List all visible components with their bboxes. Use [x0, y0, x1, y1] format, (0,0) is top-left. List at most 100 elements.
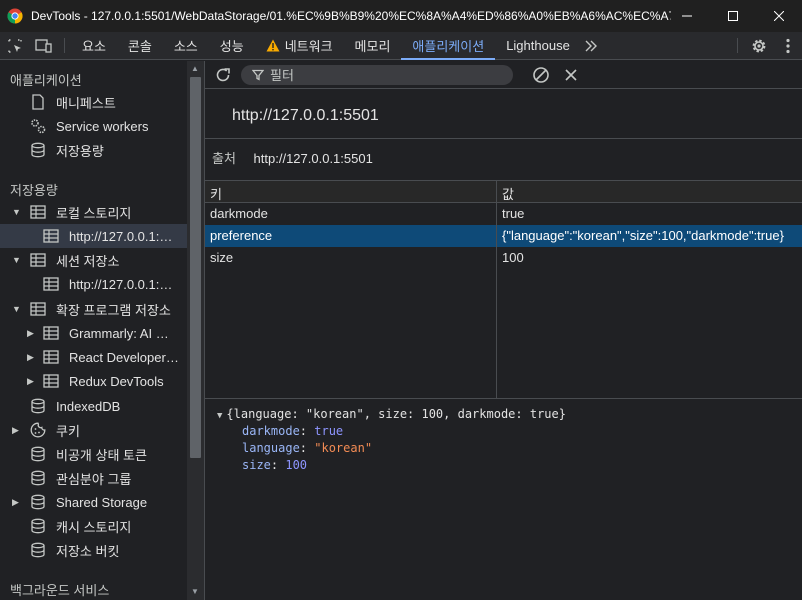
- maximize-icon: [728, 11, 738, 21]
- sidebar-item-cookies[interactable]: ▶ 쿠키: [0, 418, 187, 442]
- database-icon: [29, 397, 47, 415]
- preview-prop: size: 100: [242, 458, 308, 472]
- application-sidebar: 애플리케이션 매니페스트 Service workers 저장용량 저장용량 ▼…: [0, 61, 187, 600]
- inspect-element-button[interactable]: [0, 32, 29, 59]
- settings-button[interactable]: [744, 32, 773, 59]
- origin-divider: [205, 138, 802, 139]
- column-header-key[interactable]: 키: [210, 184, 222, 203]
- title-bar: DevTools - 127.0.0.1:5501/WebDataStorage…: [0, 0, 802, 32]
- chevron-right-icon[interactable]: ▶: [27, 376, 34, 387]
- database-icon: [29, 445, 47, 463]
- table-icon: [42, 324, 60, 342]
- sidebar-section-background: 백그라운드 서비스: [10, 583, 110, 598]
- sidebar-item-storage[interactable]: 저장용량: [0, 138, 187, 162]
- database-icon: [29, 517, 47, 535]
- column-header-value[interactable]: 값: [502, 184, 514, 203]
- close-icon: [565, 69, 577, 81]
- table-icon: [42, 275, 60, 293]
- delete-selected-button[interactable]: [564, 68, 578, 85]
- chevron-down-icon[interactable]: ▼: [12, 304, 21, 314]
- sidebar-item-ext-react[interactable]: ▶ React Developer Tools: [0, 345, 187, 369]
- document-icon: [29, 93, 47, 111]
- chevron-double-right-icon: [585, 40, 597, 51]
- database-icon: [29, 469, 47, 487]
- tab-console[interactable]: 콘솔: [117, 32, 163, 59]
- sidebar-item-ext-grammarly[interactable]: ▶ Grammarly: AI Writing: [0, 321, 187, 345]
- origin-label: 출처: [212, 151, 236, 166]
- minimize-button[interactable]: [664, 0, 710, 32]
- sidebar-item-private-state-tokens[interactable]: 비공개 상태 토큰: [0, 442, 187, 466]
- table-icon: [29, 300, 47, 318]
- sidebar-item-manifest[interactable]: 매니페스트: [0, 90, 187, 114]
- column-divider[interactable]: [496, 181, 497, 399]
- sidebar-item-shared-storage[interactable]: ▶ Shared Storage: [0, 490, 187, 514]
- tab-elements[interactable]: 요소: [71, 32, 117, 59]
- kebab-menu-icon: [785, 38, 790, 53]
- table-icon: [42, 227, 60, 245]
- sidebar-item-extension-storage[interactable]: ▼ 확장 프로그램 저장소: [0, 297, 187, 321]
- chevron-down-icon[interactable]: ▼: [12, 255, 21, 265]
- gear-icon: [752, 39, 765, 52]
- storage-toolbar: [205, 61, 802, 89]
- sidebar-section-storage: 저장용량: [10, 183, 58, 198]
- sidebar-scrollbar[interactable]: ▲ ▼: [187, 61, 204, 600]
- scrollbar-thumb[interactable]: [190, 77, 201, 458]
- origin-title: http://127.0.0.1:5501: [232, 107, 379, 124]
- filter-box[interactable]: [241, 65, 513, 85]
- table-row-selected[interactable]: preference {"language":"korean","size":1…: [205, 225, 802, 247]
- tab-lighthouse[interactable]: Lighthouse: [495, 32, 581, 59]
- filter-icon: [252, 69, 264, 81]
- row-value: true: [502, 206, 525, 221]
- close-window-button[interactable]: [756, 0, 802, 32]
- sidebar-item-session-storage-origin[interactable]: http://127.0.0.1:5501: [0, 272, 187, 296]
- device-toolbar-button[interactable]: [29, 32, 58, 59]
- preview-summary[interactable]: ▼ {language: "korean", size: 100, darkmod…: [217, 407, 566, 421]
- tab-sources[interactable]: 소스: [163, 32, 209, 59]
- scroll-up-icon[interactable]: ▲: [191, 64, 199, 73]
- device-toggle-icon: [34, 38, 52, 53]
- chevron-right-icon[interactable]: ▶: [12, 425, 19, 436]
- database-icon: [29, 141, 47, 159]
- window-title: DevTools - 127.0.0.1:5501/WebDataStorage…: [31, 9, 671, 23]
- row-key: preference: [210, 228, 273, 243]
- chevron-right-icon[interactable]: ▶: [27, 328, 34, 339]
- more-options-button[interactable]: [773, 32, 802, 59]
- value-preview: ▼ {language: "korean", size: 100, darkmod…: [205, 400, 802, 600]
- warning-icon: [266, 39, 280, 52]
- tab-application[interactable]: 애플리케이션: [401, 32, 495, 60]
- sidebar-item-local-storage[interactable]: ▼ 로컬 스토리지: [0, 200, 187, 224]
- refresh-button[interactable]: [214, 66, 232, 87]
- tab-memory[interactable]: 메모리: [344, 32, 402, 59]
- scroll-down-icon[interactable]: ▼: [191, 587, 199, 596]
- origin-value: http://127.0.0.1:5501: [253, 151, 373, 166]
- sidebar-item-indexeddb[interactable]: IndexedDB: [0, 394, 187, 418]
- close-icon: [774, 11, 784, 21]
- minimize-icon: [682, 15, 692, 17]
- sidebar-item-storage-buckets[interactable]: 저장소 버킷: [0, 538, 187, 562]
- devtools-tab-bar: 요소 콘솔 소스 성능 네트워크 메모리 애플리케이션 Lighthouse: [0, 32, 802, 60]
- sidebar-item-interest-groups[interactable]: 관심분야 그룹: [0, 466, 187, 490]
- clear-all-button[interactable]: [532, 66, 550, 87]
- filter-input[interactable]: [270, 67, 500, 83]
- chevron-right-icon[interactable]: ▶: [27, 352, 34, 363]
- sidebar-item-local-storage-origin[interactable]: http://127.0.0.1:5501: [0, 224, 187, 248]
- tab-network[interactable]: 네트워크: [255, 32, 344, 59]
- maximize-button[interactable]: [710, 0, 756, 32]
- chevron-right-icon[interactable]: ▶: [12, 497, 19, 508]
- table-row[interactable]: size 100: [205, 247, 802, 269]
- table-row[interactable]: darkmode true: [205, 203, 802, 225]
- sidebar-item-cache-storage[interactable]: 캐시 스토리지: [0, 514, 187, 538]
- chevron-down-icon[interactable]: ▼: [12, 207, 21, 217]
- table-icon: [42, 348, 60, 366]
- tab-performance[interactable]: 성능: [209, 32, 255, 59]
- sidebar-item-service-workers[interactable]: Service workers: [0, 114, 187, 138]
- cookie-icon: [29, 421, 47, 439]
- sidebar-item-session-storage[interactable]: ▼ 세션 저장소: [0, 248, 187, 272]
- row-value: {"language":"korean","size":100,"darkmod…: [502, 228, 784, 243]
- preview-prop: darkmode: true: [242, 424, 344, 438]
- preview-prop: language: "korean": [242, 441, 373, 455]
- more-tabs-button[interactable]: [581, 32, 601, 59]
- chrome-icon: [7, 8, 23, 24]
- triangle-down-icon[interactable]: ▼: [217, 411, 222, 421]
- sidebar-item-ext-redux[interactable]: ▶ Redux DevTools: [0, 369, 187, 393]
